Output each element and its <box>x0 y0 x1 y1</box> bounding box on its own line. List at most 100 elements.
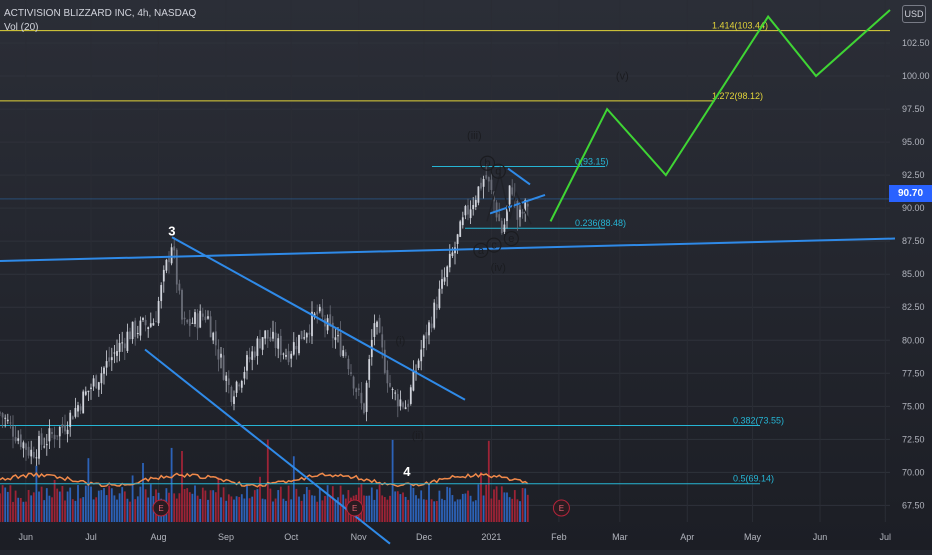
candle-body <box>48 428 51 442</box>
candle-body <box>461 217 464 226</box>
candle-body <box>95 375 98 389</box>
volume-bar <box>227 494 230 522</box>
y-axis-tick-label: 67.50 <box>902 500 925 510</box>
y-axis-tick-label: 97.50 <box>902 104 925 114</box>
candle-body <box>300 330 303 340</box>
wave-label: (i) <box>396 335 406 347</box>
volume-bar <box>84 485 87 522</box>
candle-body <box>157 300 160 324</box>
candle-body <box>521 211 524 214</box>
currency-button[interactable]: USD <box>902 5 926 23</box>
volume-bar <box>191 493 194 522</box>
candle-body <box>298 334 300 354</box>
volume-bar <box>32 492 35 522</box>
volume-bar <box>27 489 30 522</box>
volume-bar <box>209 490 212 522</box>
volume-bar <box>17 497 20 522</box>
candle-body <box>222 355 225 380</box>
candle-body <box>503 224 506 232</box>
volume-bar <box>121 487 124 522</box>
candle-body <box>482 178 485 187</box>
wave-label: (ii) <box>412 430 424 442</box>
candle-body <box>451 252 454 256</box>
candle-body <box>292 342 295 355</box>
volume-bar <box>334 500 337 522</box>
symbol-title[interactable]: ACTIVISION BLIZZARD INC, 4h, NASDAQ <box>4 7 196 21</box>
candle-body <box>178 283 181 291</box>
candle-body <box>266 330 269 339</box>
candle-body <box>38 436 40 459</box>
candle-body <box>110 357 113 361</box>
volume-bar <box>415 495 417 522</box>
candle-body <box>196 313 199 329</box>
candle-body <box>443 277 446 282</box>
candle-body <box>19 434 22 447</box>
candle-body <box>459 221 462 237</box>
volume-indicator-label[interactable]: Vol (20) <box>4 21 196 35</box>
candle-body <box>168 258 170 263</box>
candle-body <box>347 358 350 370</box>
candle-body <box>422 335 425 349</box>
volume-bar <box>4 487 7 522</box>
candle-body <box>253 351 256 358</box>
volume-bar <box>313 495 316 522</box>
candle-body <box>391 388 394 390</box>
candle-body <box>412 370 415 391</box>
volume-bar <box>373 499 376 522</box>
candle-body <box>53 434 56 440</box>
candle-body <box>61 424 64 428</box>
candle-body <box>100 373 103 384</box>
volume-bar <box>300 500 303 522</box>
volume-bar <box>477 484 480 522</box>
volume-bar <box>97 490 100 522</box>
volume-bar <box>256 489 259 522</box>
volume-bar <box>420 490 423 522</box>
volume-bar <box>272 501 274 522</box>
volume-bar <box>430 499 433 522</box>
volume-bar <box>422 499 425 522</box>
volume-bar <box>519 501 521 522</box>
x-axis-tick-label: May <box>744 532 762 542</box>
volume-bar <box>222 487 225 522</box>
volume-bar <box>95 497 98 522</box>
volume-bar <box>56 488 59 522</box>
volume-bar <box>131 475 134 522</box>
chart-area[interactable]: 1.414(103.44) 1.272(98.12) 0(93.15) 0.236(8… <box>0 0 932 550</box>
volume-bar <box>521 488 524 522</box>
candle-body <box>12 426 14 437</box>
volume-bar <box>126 498 129 522</box>
candle-body <box>92 378 95 387</box>
candle-body <box>214 331 217 346</box>
candle-body <box>435 304 438 311</box>
candle-body <box>131 321 134 340</box>
volume-bar <box>64 500 66 522</box>
y-axis-tick-label: 85.00 <box>902 269 925 279</box>
wave-label: d <box>495 166 501 178</box>
volume-bar <box>225 500 228 522</box>
candle-body <box>116 351 118 356</box>
x-axis-tick-label: Nov <box>351 532 368 542</box>
volume-bar <box>428 484 430 522</box>
fib-level-label: 0.382(73.55) <box>733 415 784 425</box>
volume-bar <box>51 497 53 522</box>
candle-body <box>170 247 173 264</box>
price-chart[interactable]: 1.414(103.44)1.272(98.12)0(93.15)0.236(8… <box>0 0 932 550</box>
x-axis-tick-label: 2021 <box>481 532 501 542</box>
volume-bar <box>469 495 472 522</box>
candle-body <box>402 402 404 408</box>
volume-bar <box>248 498 251 522</box>
fib-level-label: 0.5(69.14) <box>733 474 774 484</box>
candle-body <box>456 234 459 244</box>
candle-body <box>17 438 20 441</box>
candle-body <box>204 316 207 321</box>
candle-body <box>469 209 472 219</box>
wave-label: (iii) <box>467 130 482 142</box>
candle-body <box>108 357 111 362</box>
volume-bar <box>513 490 516 522</box>
volume-bar <box>188 492 191 522</box>
candle-body <box>25 443 27 450</box>
candle-body <box>409 387 412 404</box>
volume-bar <box>269 488 272 522</box>
volume-bar <box>498 499 501 522</box>
volume-bar <box>316 501 319 522</box>
